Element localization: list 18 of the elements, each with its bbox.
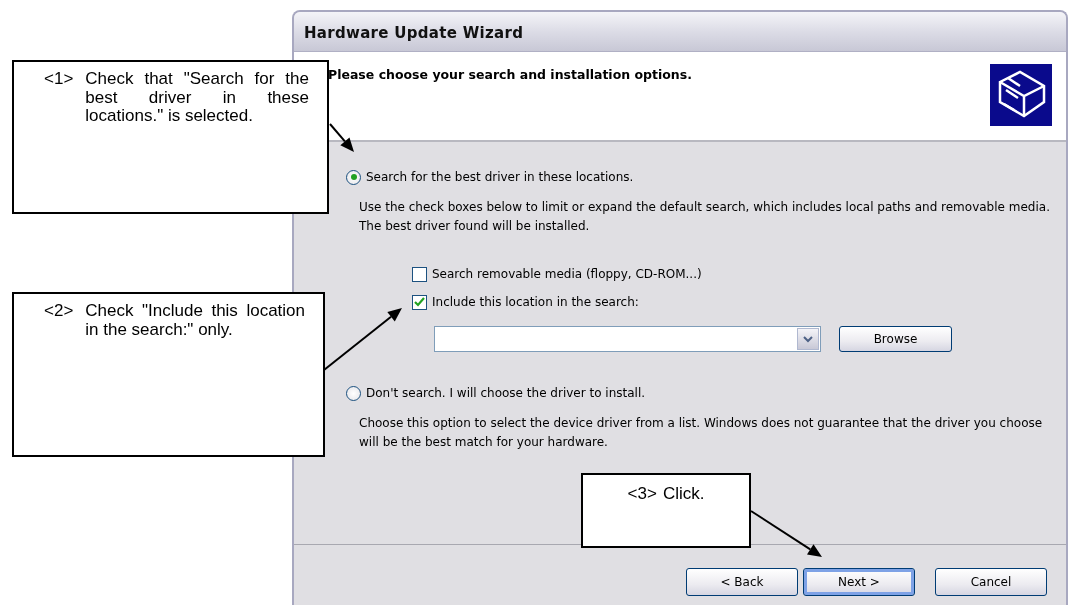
callout-text: Check "Include this location in the search:" only. [85, 302, 305, 341]
option-description: Choose this option to select the device driver from a list. Windows does not guarantee that the driver you choose will be the best match for your hardware. [359, 415, 1044, 451]
wizard-button[interactable]: Next > [803, 568, 915, 596]
checkbox-label[interactable]: Search removable media (floppy, CD-ROM...) [432, 265, 702, 283]
option-description: Use the check boxes below to limit or expand the default search, which includes local paths and removable media. The best driver found will be installed. [359, 199, 1051, 235]
callout-text: Check that "Search for the best driver in these locations." is selected. [85, 70, 309, 128]
page-heading: Please choose your search and installation options. [328, 66, 692, 84]
window-title: Hardware Update Wizard [294, 12, 1066, 52]
wizard-button[interactable]: Cancel [935, 568, 1047, 596]
radio-label[interactable]: Search for the best driver in these locations. [366, 168, 634, 186]
callout-text: Click. [662, 485, 705, 505]
wizard-button[interactable]: < Back [686, 568, 798, 596]
callout-number: <1> [44, 70, 74, 90]
browse-button[interactable]: Browse [839, 326, 952, 352]
checkbox-label[interactable]: Include this location in the search: [432, 293, 639, 311]
callout-number: <2> [44, 302, 74, 322]
radio-label[interactable]: Don't search. I will choose the driver to install. [366, 384, 646, 402]
callout-number: <3> [627, 485, 657, 505]
